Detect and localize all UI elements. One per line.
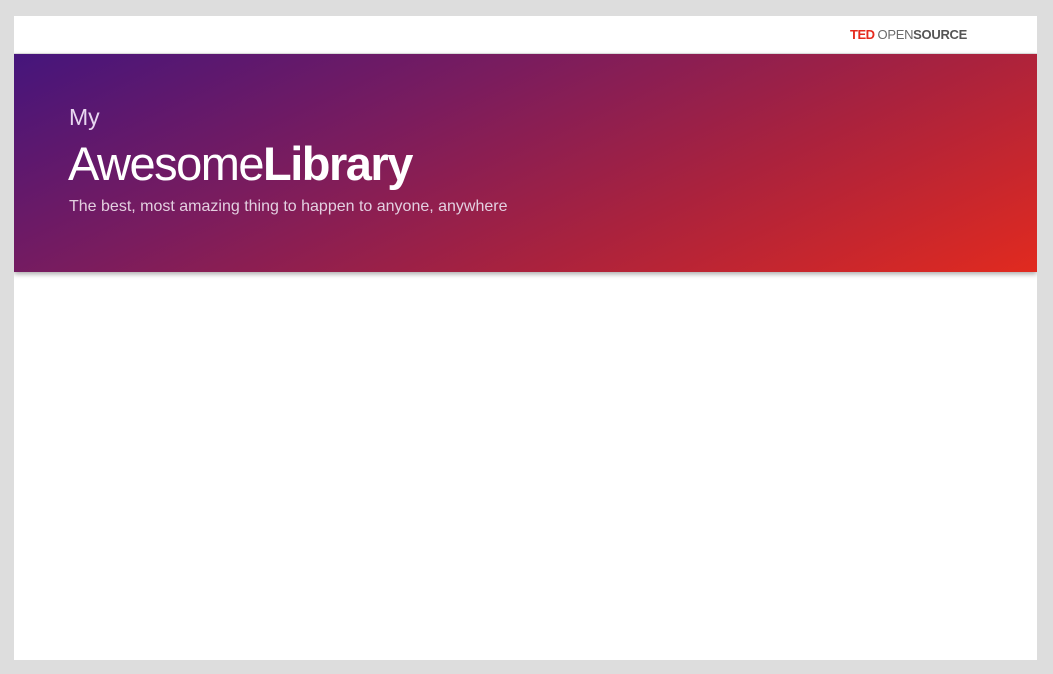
title-light-part: Awesome: [68, 137, 265, 190]
ted-opensource-logo[interactable]: TED OPENSOURCE: [850, 27, 967, 42]
hero-eyebrow: My: [69, 104, 100, 130]
title-bold-part: Library: [263, 137, 413, 190]
hero-tagline: The best, most amazing thing to happen t…: [69, 198, 508, 215]
page-title: AwesomeLibrary: [68, 136, 413, 192]
logo-open-text: OPEN: [877, 27, 914, 42]
logo-source-text: SOURCE: [913, 27, 967, 42]
page-container: TED OPENSOURCE My AwesomeLibrary The best…: [14, 16, 1037, 660]
logo-ted-text: TED: [850, 27, 875, 42]
top-bar: TED OPENSOURCE: [14, 16, 1037, 54]
hero-banner: My AwesomeLibrary The best, most amazing…: [14, 54, 1037, 272]
